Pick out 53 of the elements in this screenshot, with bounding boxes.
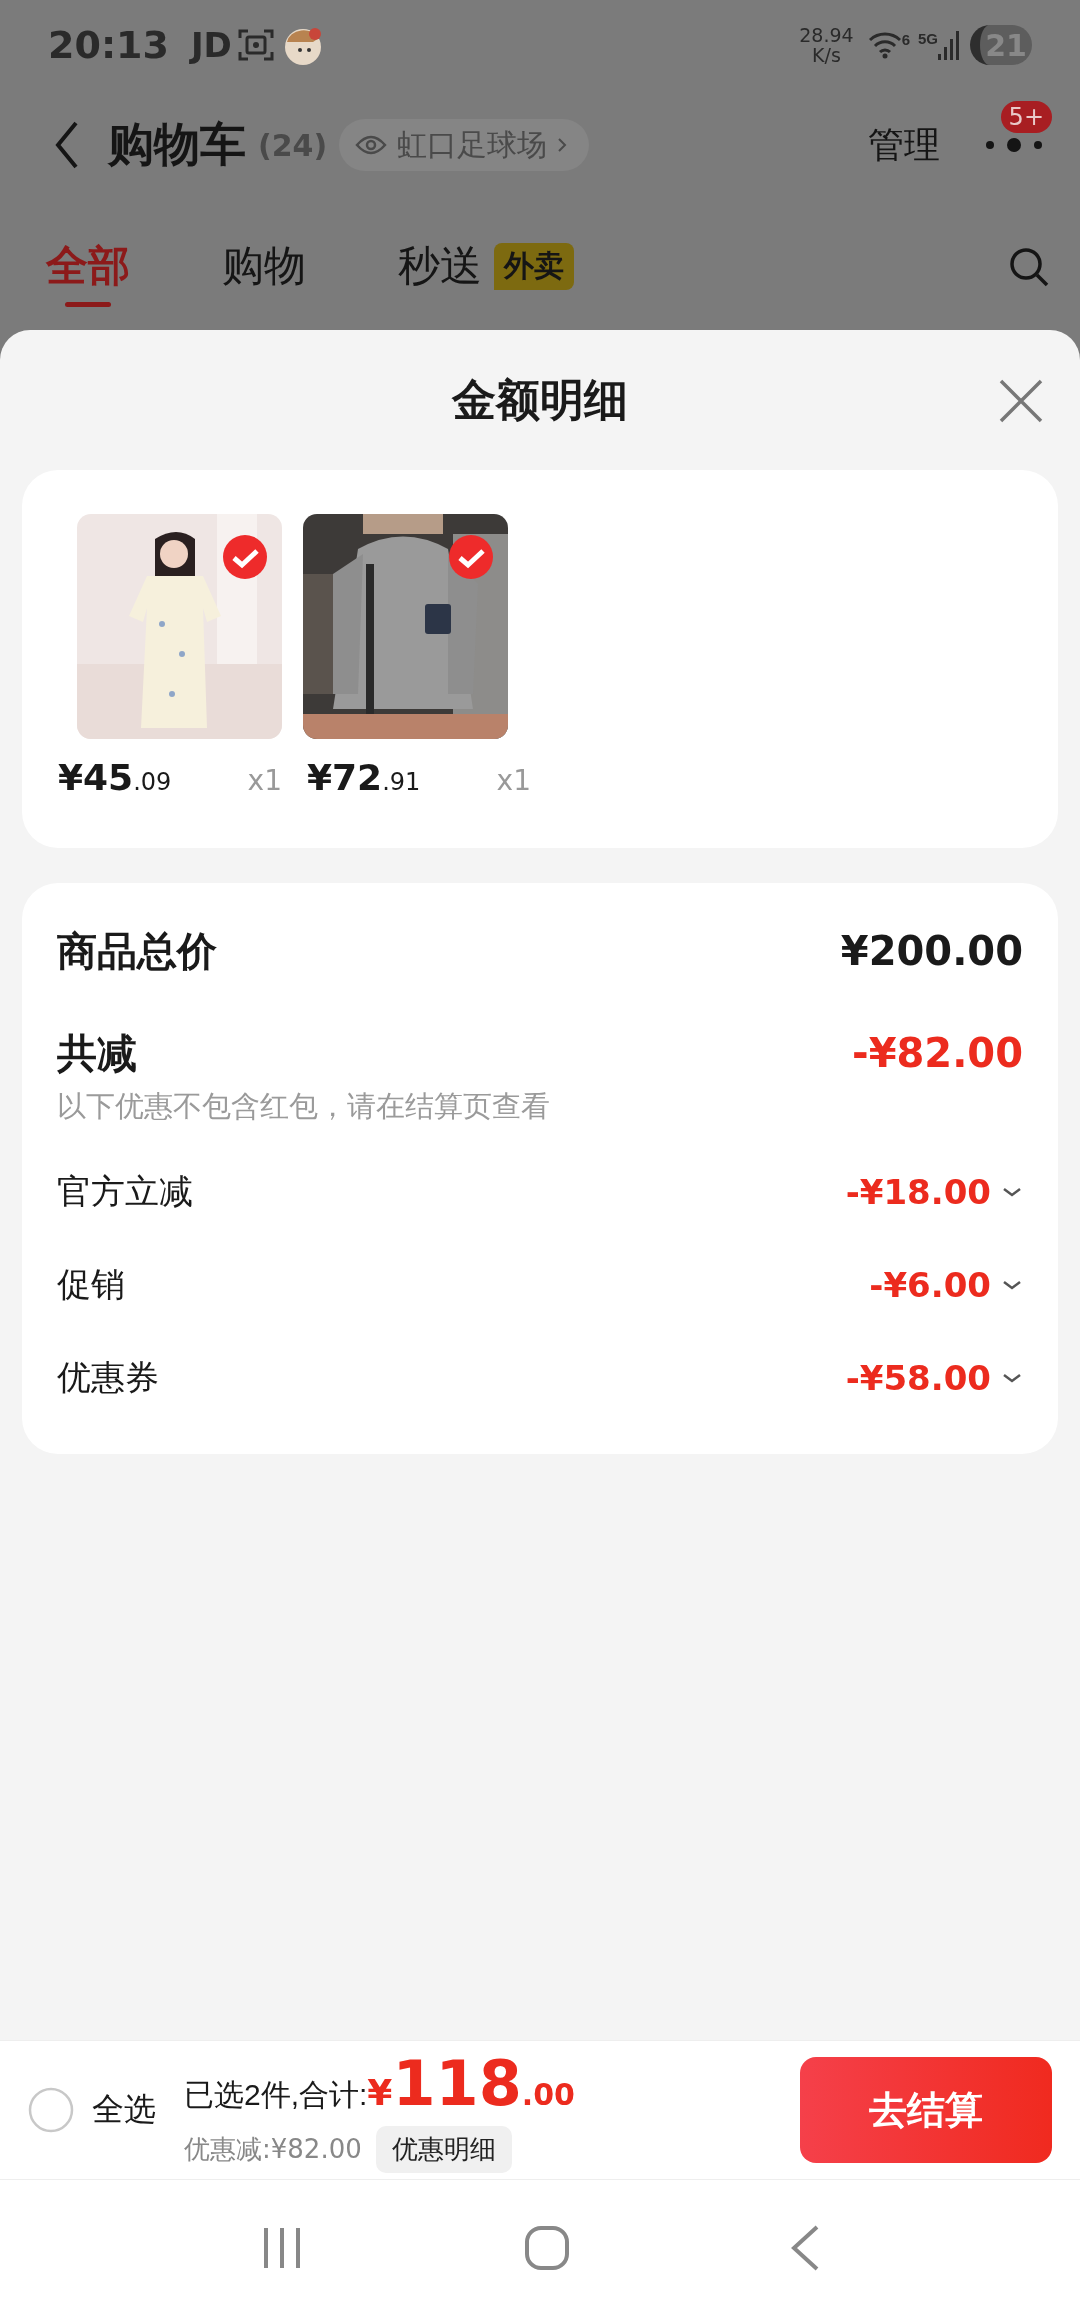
close-icon[interactable] [998,378,1044,424]
checkout-button[interactable]: 去结算 [800,2057,1052,2163]
back-icon[interactable] [54,120,80,170]
screenshot-icon [237,28,274,62]
status-time: 20:13 [48,23,169,67]
discount-amount: -¥82.00 [852,1030,1023,1076]
wifi-activity-label: 6 [901,31,910,48]
product-price: ¥72.91 [307,757,421,798]
discount-label: 共减 [57,1029,137,1077]
discount-type-amount: -¥18.00 [845,1171,991,1212]
discount-type-label: 促销 [57,1263,125,1305]
more-icon[interactable] [984,137,1044,153]
chevron-down-icon[interactable] [1001,1278,1023,1291]
notification-badge: 5+ [1000,101,1052,133]
radio-icon [28,2087,74,2133]
delivery-tag: 外卖 [494,242,574,290]
speed-unit: K/s [812,45,841,65]
discount-details-button[interactable]: 优惠明细 [375,2126,512,2173]
product-quantity: x1 [247,764,282,797]
eye-icon [355,134,388,156]
category-tab[interactable]: 秒送 外卖 [398,238,574,307]
manage-button[interactable]: 管理 [868,120,940,170]
chevron-down-icon[interactable] [1001,1185,1023,1198]
product-quantity: x1 [496,764,531,797]
chevron-down-icon[interactable] [1001,1371,1023,1384]
page-title: 购物车 [108,117,246,172]
back-icon[interactable] [790,2225,820,2271]
check-icon[interactable] [448,534,494,580]
savings-text: 优惠减:¥82.00 [184,2133,362,2166]
location-chip[interactable]: 虹口足球场 [339,119,590,171]
category-tab[interactable]: 全部 [46,238,130,307]
check-icon[interactable] [222,534,268,580]
carrier-label: JD [190,25,232,65]
subtotal-label: 商品总价 [57,927,217,975]
network-speed: 28.94 [799,25,854,45]
home-icon[interactable] [524,2225,570,2271]
total-price: ¥118.00 [367,2047,575,2120]
discount-type-label: 官方立减 [57,1170,193,1212]
wifi-icon [867,31,902,59]
subtotal-amount: ¥200.00 [840,928,1023,974]
selected-summary: 已选2件,合计: [184,2077,368,2113]
sheet-title: 金额明细 [452,373,628,426]
discount-note: 以下优惠不包含红包，请在结算页查看 [57,1089,551,1124]
search-icon[interactable] [1008,246,1050,288]
network-type: 5G [918,30,938,47]
chevron-right-icon [557,137,568,153]
discount-type-amount: -¥6.00 [869,1264,991,1305]
select-all-checkbox[interactable]: 全选 [28,2087,156,2133]
discount-type-amount: -¥58.00 [845,1357,991,1398]
signal-icon [938,30,962,60]
discount-type-label: 优惠券 [57,1356,159,1398]
category-tab[interactable]: 购物 [222,238,306,307]
product-price: ¥45.09 [58,757,172,798]
